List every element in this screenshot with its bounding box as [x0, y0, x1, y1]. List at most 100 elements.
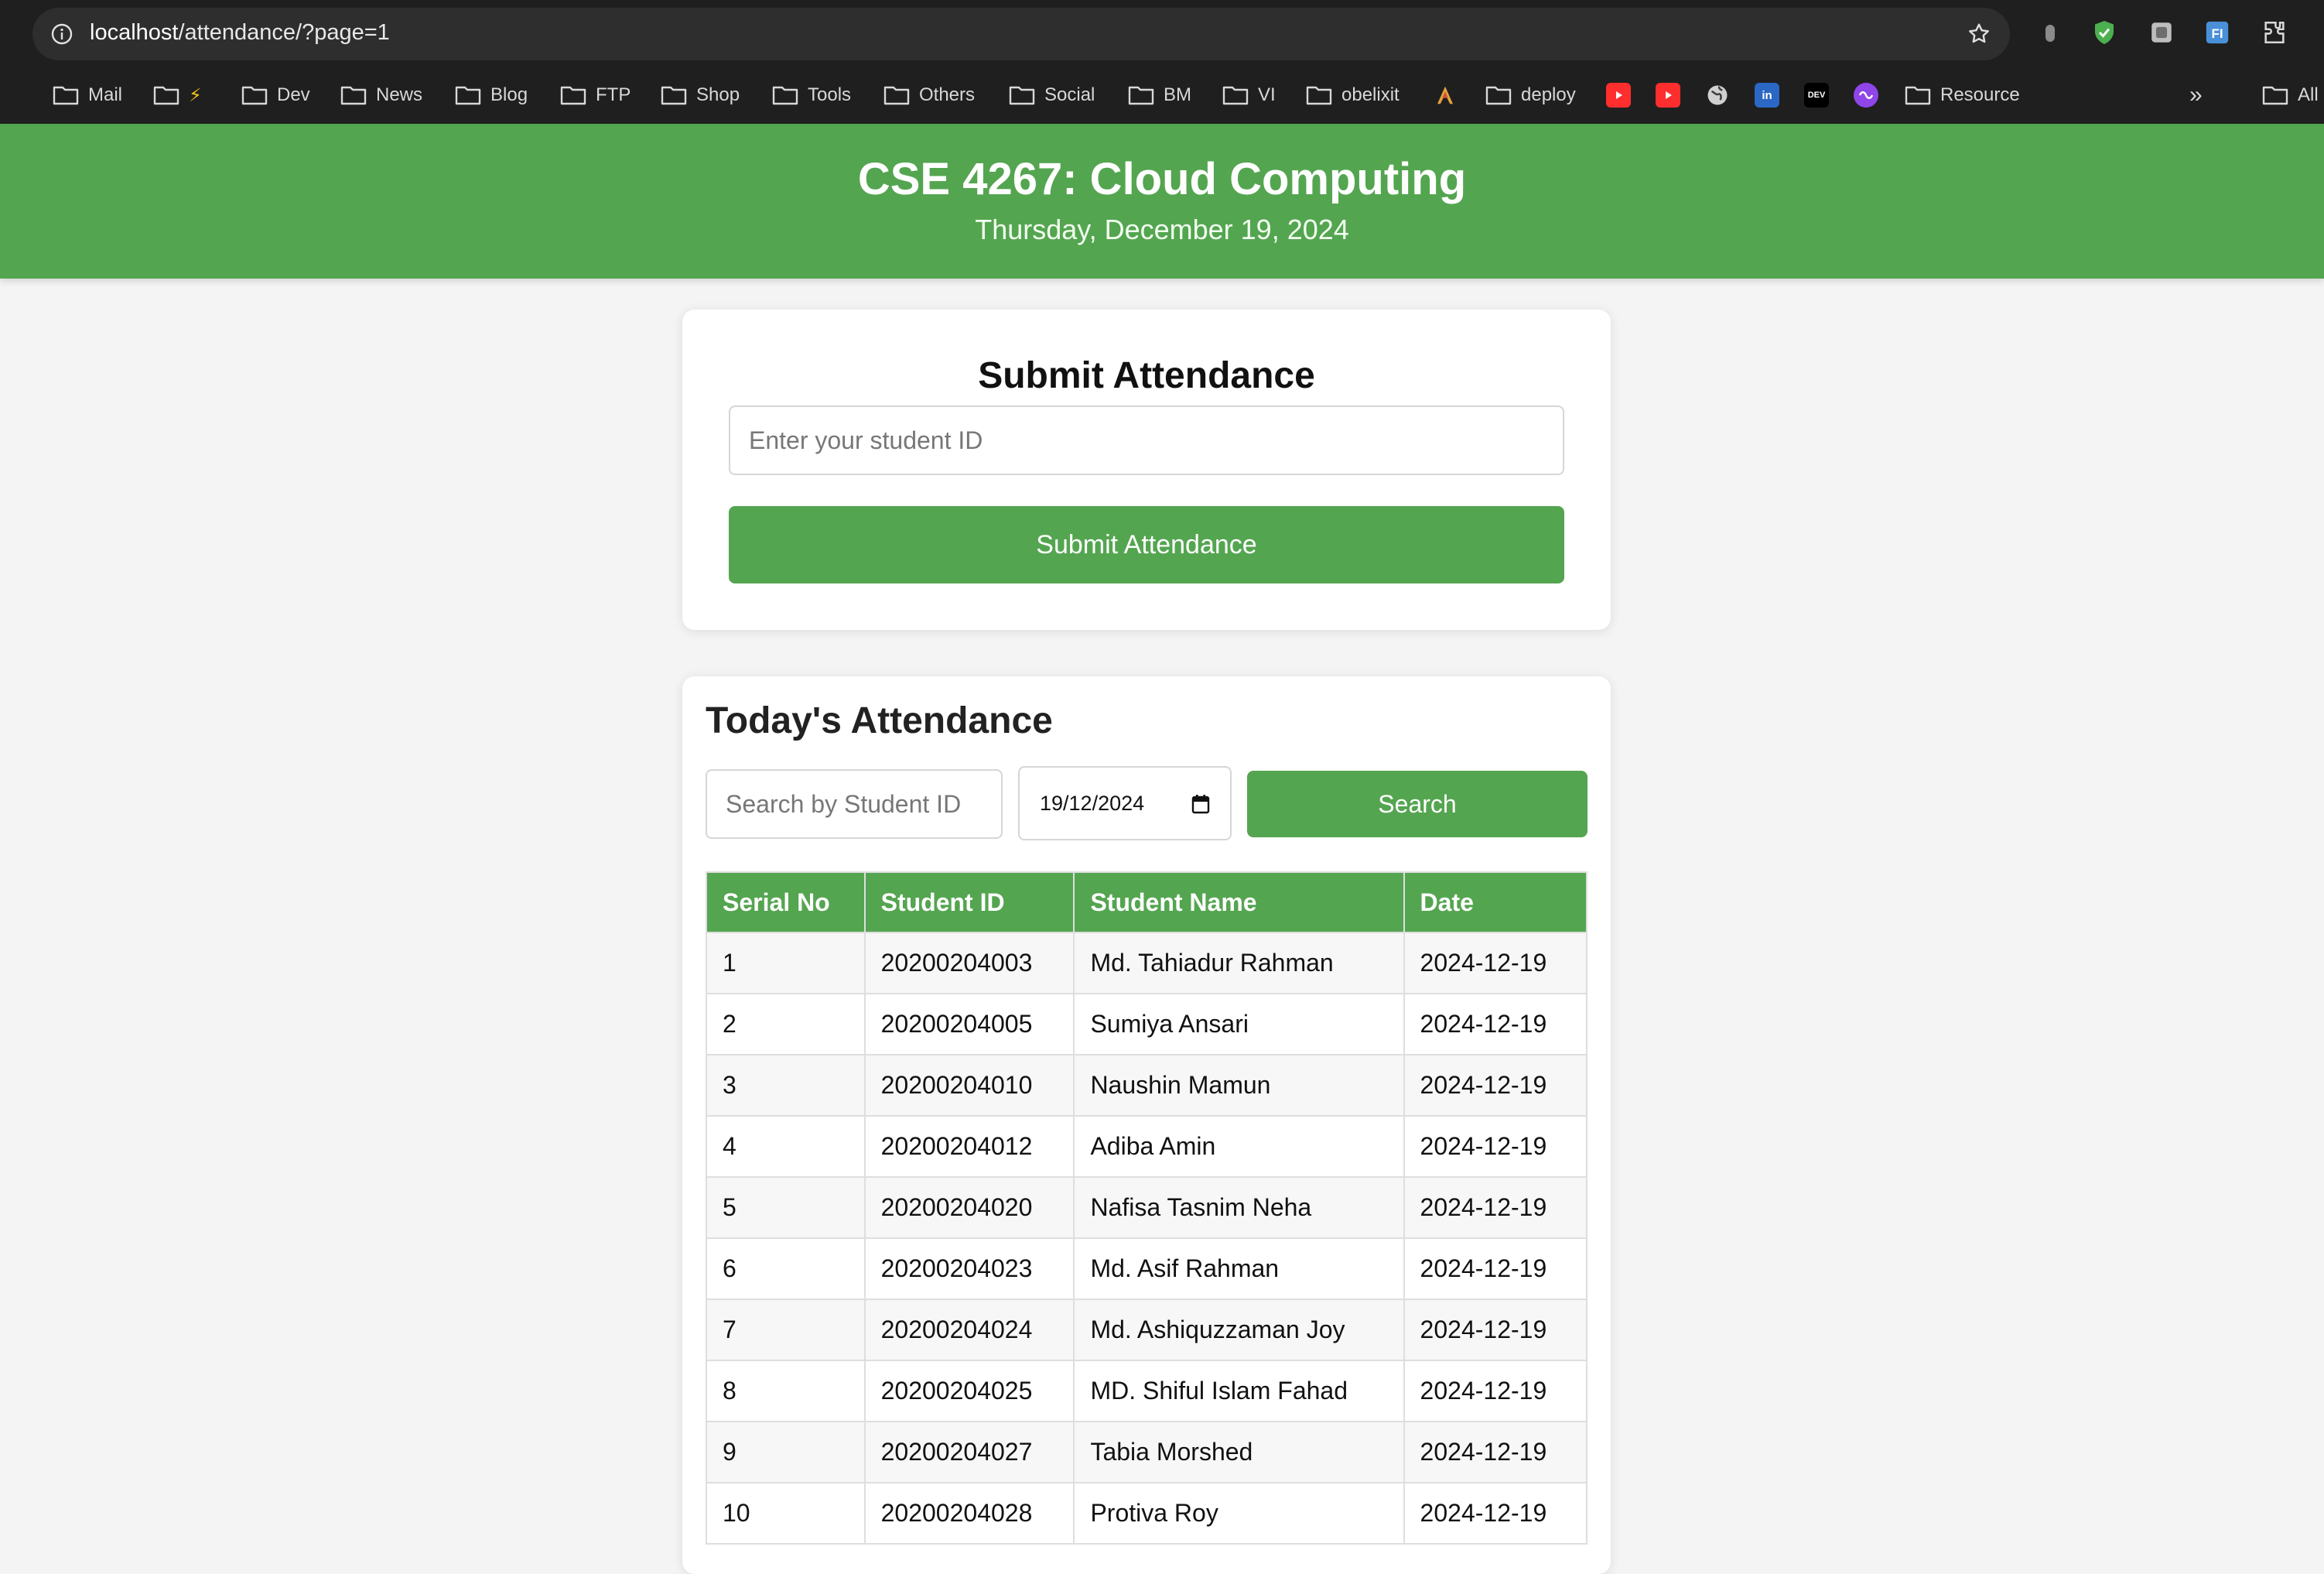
bookmark-others[interactable]: Others — [883, 77, 975, 113]
folder-icon — [1128, 86, 1154, 105]
bookmarks-bar: Mail ⚡ Dev News Blog FTP Shop Tools Othe… — [0, 77, 2324, 113]
table-row: 6 20200204023 Md. Asif Rahman 2024-12-19 — [706, 1237, 1588, 1300]
folder-icon — [1905, 86, 1931, 105]
cell-date: 2024-12-19 — [1403, 1176, 1588, 1239]
bookmark-shop[interactable]: Shop — [661, 77, 740, 113]
cell-student-name: Adiba Amin — [1073, 1115, 1405, 1178]
linkedin-icon[interactable]: in — [1755, 83, 1779, 108]
bookmark-social[interactable]: Social — [1009, 77, 1095, 113]
extensions-puzzle-icon[interactable] — [2259, 17, 2290, 48]
more-bookmarks-icon[interactable]: » — [2189, 77, 2203, 113]
cell-student-name: Md. Asif Rahman — [1073, 1237, 1405, 1300]
bookmark-all[interactable]: All — [2262, 77, 2319, 113]
bookmark-deploy[interactable]: deploy — [1485, 77, 1576, 113]
cell-student-id: 20200204028 — [863, 1482, 1075, 1545]
cell-date: 2024-12-19 — [1403, 1115, 1588, 1178]
cell-serial: 10 — [706, 1482, 866, 1545]
cell-serial: 1 — [706, 932, 866, 994]
student-id-input[interactable] — [729, 405, 1564, 475]
course-title: CSE 4267: Cloud Computing — [857, 154, 1467, 204]
url-text[interactable]: localhost/attendance/?page=1 — [90, 20, 390, 46]
rocket-bookmark-icon[interactable] — [1433, 83, 1458, 108]
search-student-id-input[interactable] — [706, 769, 1003, 839]
bookmark-tools[interactable]: Tools — [772, 77, 851, 113]
cell-student-id: 20200204003 — [863, 932, 1075, 994]
calendar-icon[interactable] — [1191, 794, 1210, 820]
table-row: 1 20200204003 Md. Tahiadur Rahman 2024-12-1… — [706, 932, 1588, 994]
cell-date: 2024-12-19 — [1403, 1054, 1588, 1117]
table-row: 9 20200204027 Tabia Morshed 2024-12-19 — [706, 1421, 1588, 1483]
bookmark-news[interactable]: News — [340, 77, 422, 113]
cell-student-id: 20200204012 — [863, 1115, 1075, 1178]
folder-icon — [340, 86, 367, 105]
bookmark-star-icon[interactable] — [1963, 19, 1994, 50]
todays-attendance-heading: Today's Attendance — [706, 700, 1053, 741]
folder-icon — [560, 86, 586, 105]
search-button[interactable]: Search — [1247, 771, 1587, 837]
browser-chrome: localhost/attendance/?page=1 FI Mail ⚡ D… — [0, 0, 2324, 124]
cell-date: 2024-12-19 — [1403, 1482, 1588, 1545]
cell-student-id: 20200204020 — [863, 1176, 1075, 1239]
cell-student-id: 20200204027 — [863, 1421, 1075, 1483]
date-filter-value: 19/12/2024 — [1040, 791, 1145, 815]
cell-student-id: 20200204023 — [863, 1237, 1075, 1300]
purple-app-icon[interactable] — [1854, 83, 1878, 108]
table-row: 3 20200204010 Naushin Mamun 2024-12-19 — [706, 1054, 1588, 1117]
current-date: Thursday, December 19, 2024 — [975, 214, 1349, 245]
submit-heading: Submit Attendance — [978, 355, 1315, 396]
folder-icon — [772, 86, 798, 105]
column-header-serial: Serial No — [706, 871, 866, 933]
url-host: localhost — [90, 20, 179, 45]
bookmark-bm[interactable]: BM — [1128, 77, 1191, 113]
cell-student-id: 20200204005 — [863, 993, 1075, 1056]
bookmark-dev[interactable]: Dev — [241, 77, 310, 113]
bookmark-vi[interactable]: VI — [1222, 77, 1276, 113]
cell-student-name: MD. Shiful Islam Fahad — [1073, 1360, 1405, 1422]
folder-icon — [1009, 86, 1035, 105]
folder-icon — [1222, 86, 1249, 105]
table-row: 2 20200204005 Sumiya Ansari 2024-12-19 — [706, 993, 1588, 1056]
globe-icon[interactable] — [1705, 83, 1730, 108]
cell-serial: 2 — [706, 993, 866, 1056]
table-row: 4 20200204012 Adiba Amin 2024-12-19 — [706, 1115, 1588, 1178]
youtube-icon[interactable] — [1656, 83, 1680, 108]
youtube-icon[interactable] — [1606, 83, 1631, 108]
cell-date: 2024-12-19 — [1403, 993, 1588, 1056]
extension-card-icon[interactable] — [2146, 17, 2177, 48]
bookmark-lightning[interactable]: ⚡ — [153, 77, 202, 113]
dev-icon[interactable]: DEV — [1804, 83, 1829, 108]
table-row: 8 20200204025 MD. Shiful Islam Fahad 2024-1… — [706, 1360, 1588, 1422]
cell-student-id: 20200204025 — [863, 1360, 1075, 1422]
cell-student-id: 20200204010 — [863, 1054, 1075, 1117]
cell-serial: 4 — [706, 1115, 866, 1178]
table-header-row: Serial No Student ID Student Name Date — [706, 871, 1588, 933]
shield-extension-icon[interactable] — [2089, 17, 2120, 48]
cell-serial: 5 — [706, 1176, 866, 1239]
cell-date: 2024-12-19 — [1403, 1360, 1588, 1422]
page-header: CSE 4267: Cloud Computing Thursday, Dece… — [0, 124, 2324, 279]
submit-attendance-button[interactable]: Submit Attendance — [729, 506, 1564, 583]
cell-student-id: 20200204024 — [863, 1299, 1075, 1361]
extension-gray-icon[interactable] — [2035, 17, 2066, 48]
column-header-student-id: Student ID — [863, 871, 1075, 933]
site-info-icon[interactable] — [46, 19, 77, 50]
cell-student-name: Naushin Mamun — [1073, 1054, 1405, 1117]
cell-student-name: Md. Ashiquzzaman Joy — [1073, 1299, 1405, 1361]
cell-student-name: Sumiya Ansari — [1073, 993, 1405, 1056]
bookmark-mail[interactable]: Mail — [53, 77, 122, 113]
cell-date: 2024-12-19 — [1403, 1237, 1588, 1300]
bookmark-resource[interactable]: Resource — [1905, 77, 2020, 113]
bookmark-obelixit[interactable]: obelixit — [1306, 77, 1400, 113]
folder-icon — [1306, 86, 1332, 105]
table-row: 5 20200204020 Nafisa Tasnim Neha 2024-12-19 — [706, 1176, 1588, 1239]
cell-date: 2024-12-19 — [1403, 1421, 1588, 1483]
fi-extension-icon[interactable]: FI — [2202, 17, 2233, 48]
folder-icon — [1485, 86, 1512, 105]
cell-student-name: Protiva Roy — [1073, 1482, 1405, 1545]
table-row: 10 20200204028 Protiva Roy 2024-12-19 — [706, 1482, 1588, 1545]
bookmark-ftp[interactable]: FTP — [560, 77, 631, 113]
bookmark-blog[interactable]: Blog — [455, 77, 528, 113]
column-header-date: Date — [1403, 871, 1588, 933]
address-bar[interactable]: localhost/attendance/?page=1 — [32, 8, 2010, 60]
date-filter-input[interactable]: 19/12/2024 — [1018, 766, 1232, 840]
